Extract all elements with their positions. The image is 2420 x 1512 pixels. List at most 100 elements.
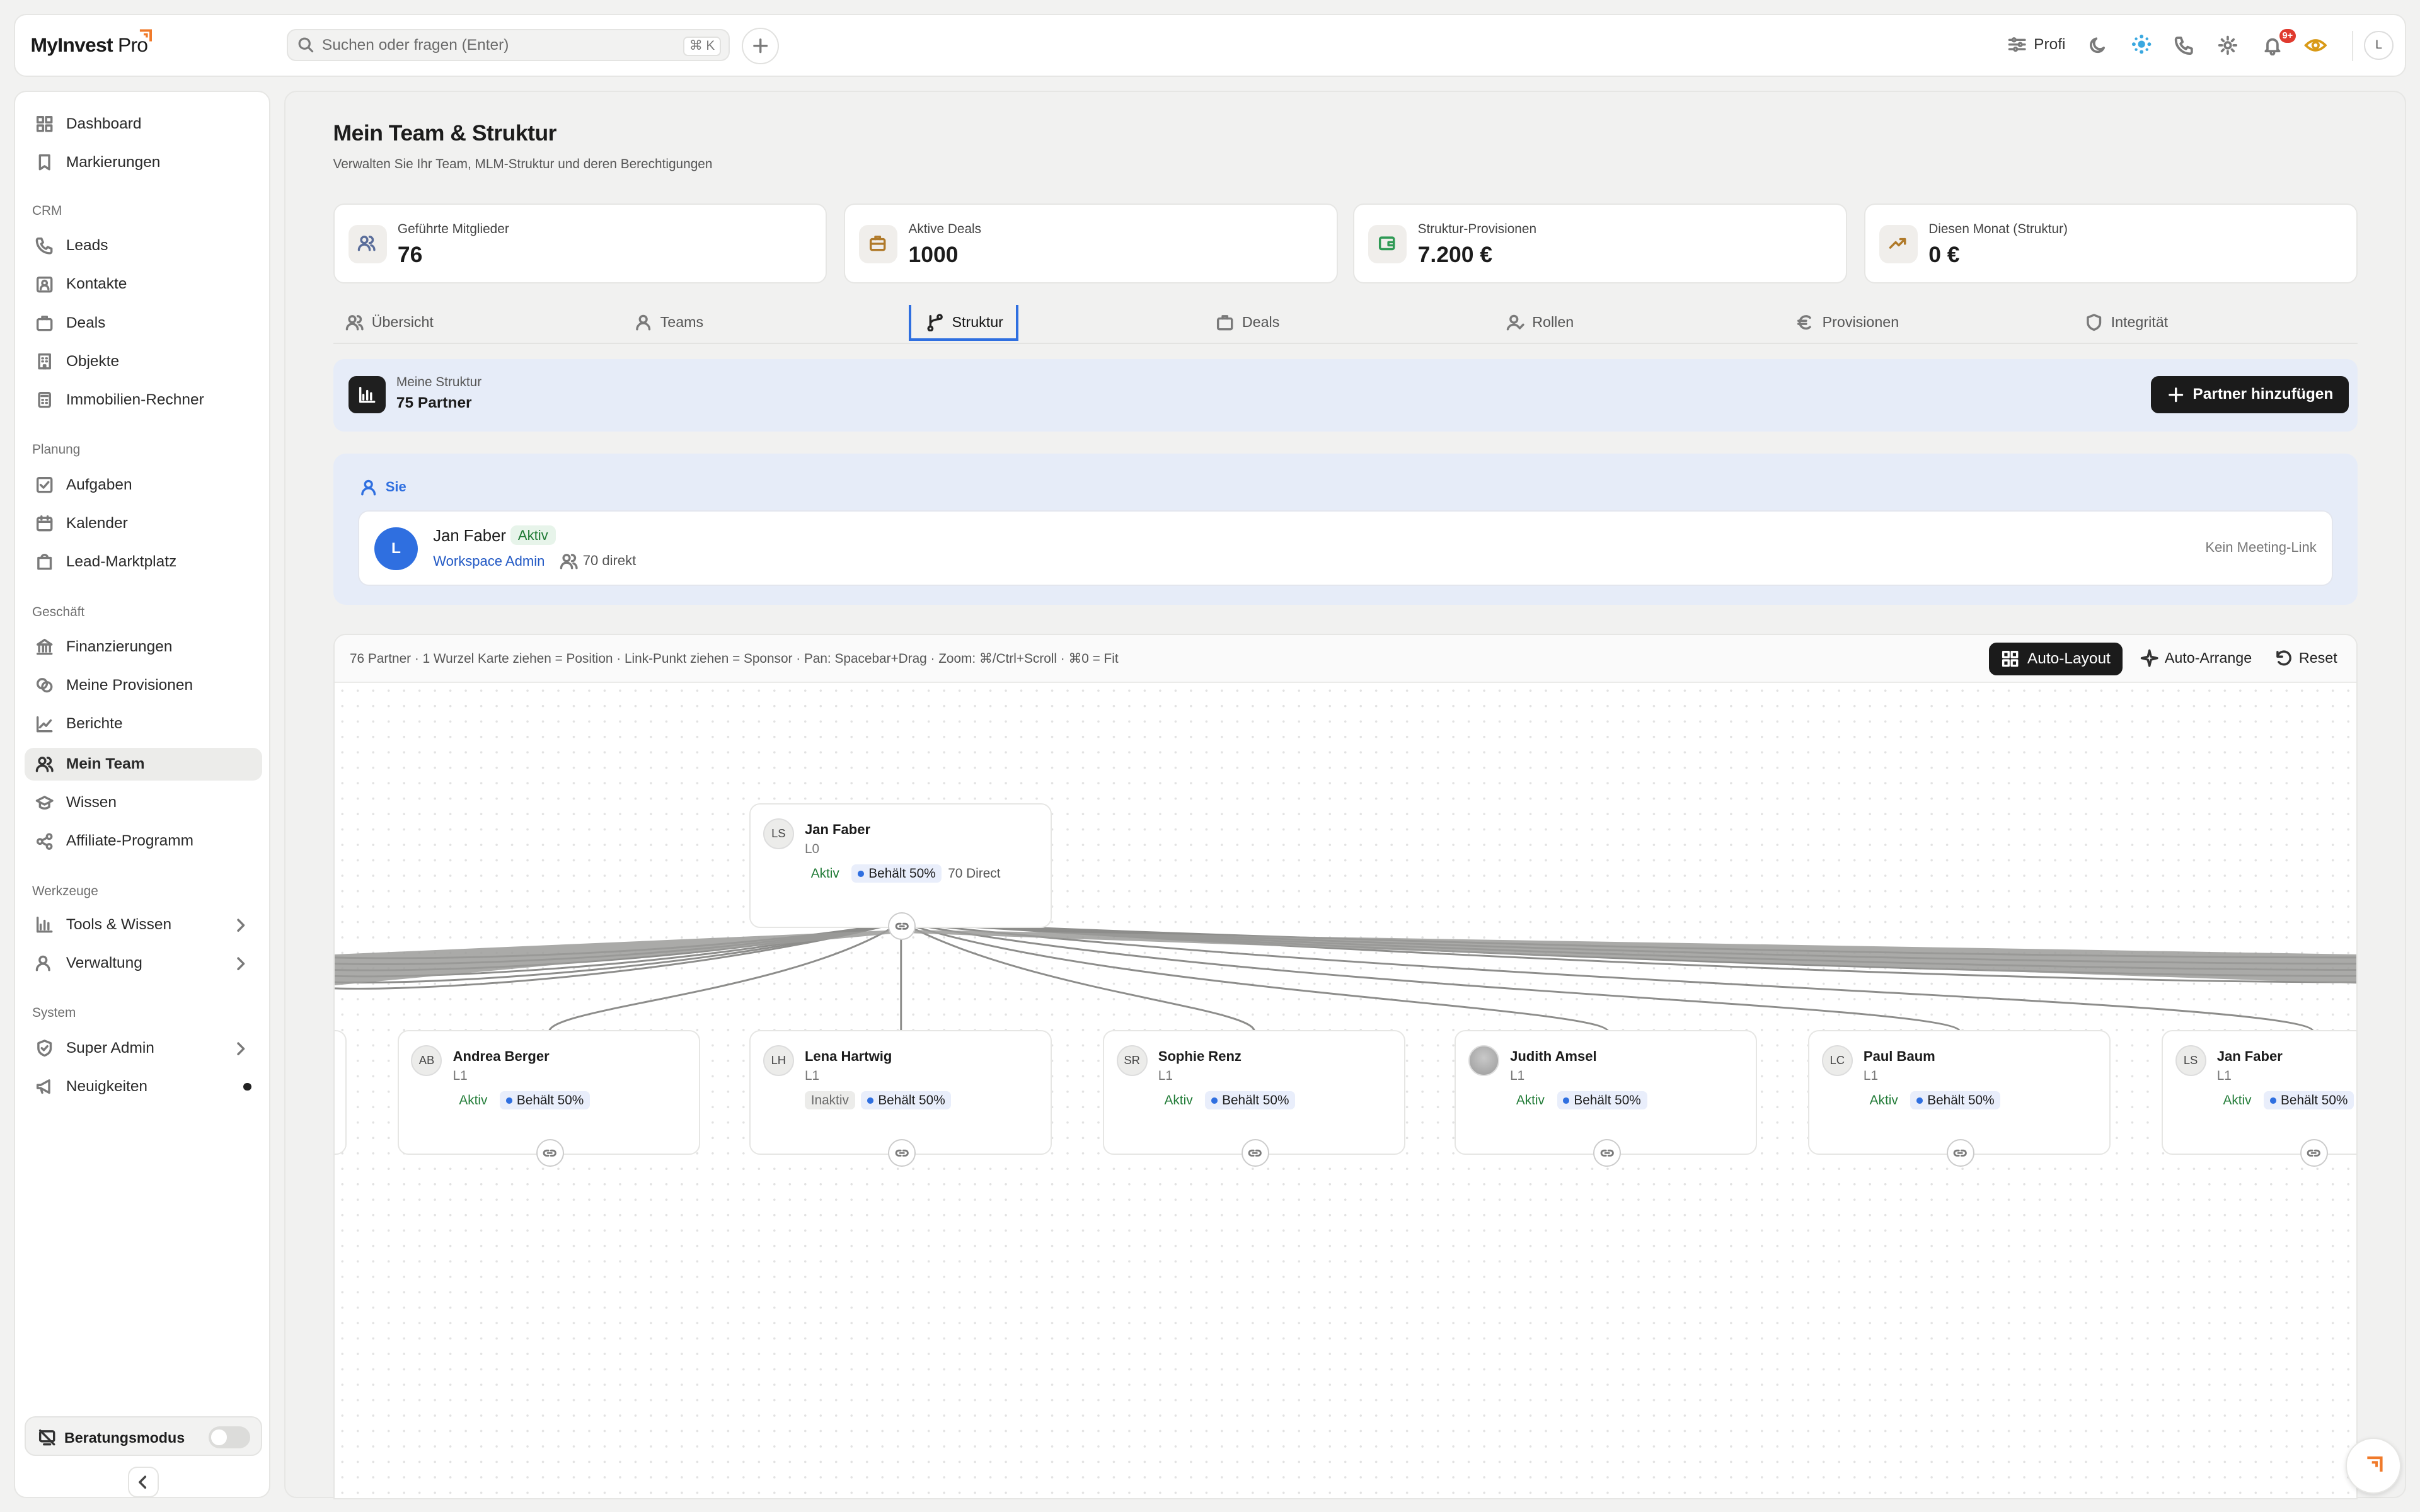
sidebar-item-deals[interactable]: Deals [25,307,262,339]
megaphone-icon [36,1079,50,1094]
profi-mode-button[interactable]: Profi [2008,35,2066,54]
you-card[interactable]: L Jan Faber Aktiv Workspace Admin 70 dir… [357,510,2334,587]
tab-struktur[interactable]: Struktur [926,313,1003,332]
moon-icon[interactable] [2088,35,2108,55]
add-partner-button[interactable]: Partner hinzufügen [2151,376,2349,413]
sidebar-section-planung: Planung [32,442,81,457]
sidebar-item-markierungen[interactable]: Markierungen [25,146,262,178]
tab-deals[interactable]: Deals [1216,313,1279,331]
beratungsmodus-switch[interactable] [208,1426,250,1448]
tree-node-child[interactable]: AB Andrea Berger L1 Aktiv Behält 50% [397,1029,700,1167]
page-subtitle: Verwalten Sie Ihr Team, MLM-Struktur und… [333,157,713,172]
collapse-sidebar-button[interactable] [127,1467,159,1498]
sidebar-item-verwaltung[interactable]: Verwaltung [25,947,262,979]
share-badge: Behält 50% [851,864,942,883]
tab-teams[interactable]: Teams [634,313,703,331]
user-cog-icon [35,955,50,971]
quick-add-button[interactable] [742,27,780,65]
tree-node-child[interactable]: SR Sophie Renz L1 Aktiv Behält 50% [1103,1029,1406,1167]
sidebar-item-dashboard[interactable]: Dashboard [25,108,262,140]
sidebar-section-crm: CRM [32,203,62,218]
sidebar-item-label: Lead-Marktplatz [66,553,177,571]
sidebar-item-aufgaben[interactable]: Aufgaben [25,469,262,501]
avatar: AB [411,1045,442,1076]
graduation-cap-icon [35,795,54,810]
tab-label: Struktur [952,313,1003,330]
sidebar-item-immobilien-rechner[interactable]: Immobilien-Rechner [25,384,262,416]
node-badges: Aktiv Behält 50% [452,1091,591,1110]
share-badge: Behält 50% [861,1091,952,1110]
org-chart-canvas[interactable]: LS Jan Faber L0 Aktiv Behält 50% 70 Dire… [334,682,2357,1498]
direct-count-label: 70 direkt [582,553,637,569]
sidebar-item-wissen[interactable]: Wissen [25,786,262,818]
tree-node-child[interactable]: Judith Amsel L1 Aktiv Behält 50% [1455,1029,1758,1167]
sidebar-item-label: Kalender [66,514,128,532]
search-shortcut: ⌘ K [683,36,721,56]
tree-node-child[interactable]: LS Jan Faber L1 Aktiv Behält 50% [2161,1029,2357,1167]
tree-node-root[interactable]: LS Jan Faber L0 Aktiv Behält 50% 70 Dire… [749,803,1052,941]
tab-uebersicht[interactable]: Übersicht [345,313,434,331]
sidebar-item-objekte[interactable]: Objekte [25,345,262,377]
beratungsmodus-toggle-row[interactable]: Beratungsmodus [24,1416,262,1457]
link-icon [1248,1149,1262,1157]
sidebar-item-leads[interactable]: Leads [25,229,262,261]
git-branch-icon [927,313,943,332]
sidebar-item-finanzierungen[interactable]: Finanzierungen [25,631,262,663]
auto-arrange-label: Auto-Arrange [2164,650,2252,667]
sidebar-item-berichte[interactable]: Berichte [25,708,262,740]
profi-label: Profi [2034,35,2066,53]
sidebar: Dashboard Markierungen CRM Leads Kontakt… [14,91,270,1498]
structure-label: Meine Struktur [396,374,482,389]
sidebar-item-kontakte[interactable]: Kontakte [25,268,262,301]
sidebar-item-lead-marktplatz[interactable]: Lead-Marktplatz [25,546,262,578]
node-name: Andrea Berger [452,1048,550,1064]
sidebar-item-super-admin[interactable]: Super Admin [25,1032,262,1064]
unread-dot [243,1082,251,1091]
user-avatar[interactable]: L [2364,30,2394,60]
stat-label: Geführte Mitglieder [397,221,509,236]
sidebar-item-label: Aufgaben [66,476,132,493]
chevron-right-icon [237,957,245,971]
sidebar-item-kalender[interactable]: Kalender [25,507,262,539]
chevron-left-icon [139,1475,147,1489]
ai-sparkle-icon[interactable] [2131,33,2152,55]
sidebar-item-mein-team[interactable]: Mein Team [24,748,262,781]
phone-icon[interactable] [2174,35,2194,55]
tab-bar: Übersicht Teams Struktur Deals Rollen Pr… [333,305,2358,344]
structure-summary-bar: Meine Struktur 75 Partner Partner hinzuf… [333,359,2358,432]
you-section-header: Sie [359,478,406,496]
tree-node-partial[interactable] [334,1029,347,1155]
you-role: Workspace Admin [433,553,545,570]
sidebar-item-meine-provisionen[interactable]: Meine Provisionen [25,669,262,701]
share-badge: Behält 50% [500,1091,591,1110]
calculator-icon [38,392,51,408]
auto-layout-button[interactable]: Auto-Layout [1988,643,2123,675]
reset-button[interactable]: Reset [2274,649,2337,667]
tab-rollen[interactable]: Rollen [1506,313,1574,331]
sidebar-item-label: Tools & Wissen [66,915,172,933]
notification-badge: 9+ [2279,29,2296,43]
sidebar-item-neuigkeiten[interactable]: Neuigkeiten [25,1070,262,1102]
sidebar-item-label: Meine Provisionen [66,677,193,694]
beratungsmodus-label: Beratungsmodus [64,1429,185,1446]
sidebar-item-label: Wissen [66,794,117,811]
eye-icon[interactable] [2303,35,2327,55]
search-input[interactable]: Suchen oder fragen (Enter) [322,37,509,54]
tab-integritaet[interactable]: Integrität [2085,313,2168,331]
node-name: Paul Baum [1863,1048,1935,1064]
search-bar[interactable]: Suchen oder fragen (Enter) ⌘ K [287,29,730,62]
auto-arrange-button[interactable]: Auto-Arrange [2140,649,2252,667]
tab-provisionen[interactable]: Provisionen [1796,313,1899,331]
node-badges: Aktiv Behält 50% [1158,1091,1296,1110]
node-badges: Aktiv Behält 50% [1510,1091,1647,1110]
switch-knob [211,1429,227,1445]
gear-icon[interactable] [2218,35,2238,55]
floating-logo-button[interactable] [2346,1438,2402,1494]
tree-node-child[interactable]: LC Paul Baum L1 Aktiv Behält 50% [1808,1029,2111,1167]
sidebar-item-tools-wissen[interactable]: Tools & Wissen [25,908,262,941]
sidebar-item-affiliate-programm[interactable]: Affiliate-Programm [25,825,262,857]
users-icon [560,553,578,570]
tree-node-child[interactable]: LH Lena Hartwig L1 Inaktiv Behält 50% [749,1029,1052,1167]
app-logo[interactable]: MyInvest Pro [31,33,148,57]
user-check-icon [1506,314,1524,331]
